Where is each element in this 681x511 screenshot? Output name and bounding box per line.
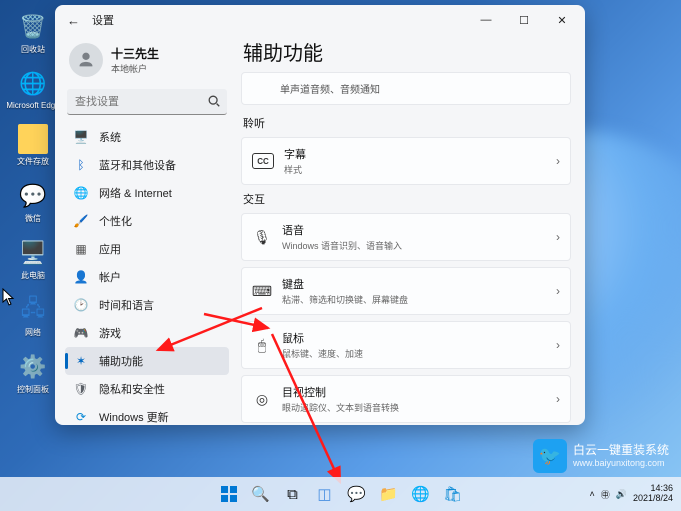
gamepad-icon: 🎮 <box>73 325 89 341</box>
update-icon: ⟳ <box>73 409 89 425</box>
window-controls: — ☐ ✕ <box>467 5 581 35</box>
watermark-title: 白云一键重装系统 <box>573 443 669 457</box>
taskbar-widgets[interactable]: ◫ <box>312 481 338 507</box>
avatar <box>69 43 103 77</box>
search-box[interactable] <box>67 89 227 115</box>
card-speech[interactable]: 🎙 语音Windows 语音识别、语音输入 › <box>241 213 571 261</box>
card-audio-partial[interactable]: 单声道音频、音频通知 <box>241 72 571 105</box>
desktop-icon-folder[interactable]: 文件存放 <box>12 124 54 167</box>
search-input[interactable] <box>67 89 227 115</box>
watermark: 🐦 白云一键重装系统 www.baiyunxitong.com <box>533 439 669 473</box>
watermark-badge: 🐦 <box>533 439 567 473</box>
brush-icon: 🖌️ <box>73 213 89 229</box>
tray-expand-icon[interactable]: ˄ <box>589 489 594 499</box>
desktop-icon-this-pc[interactable]: 🖥️此电脑 <box>12 238 54 281</box>
taskbar: 🔍 ⧉ ◫ 💬 📁 🌐 🛍 ˄ ㊥ 🔊 14:36 2021/8/24 <box>0 477 681 511</box>
maximize-button[interactable]: ☐ <box>505 5 543 35</box>
display-icon: 🖥️ <box>73 129 89 145</box>
taskbar-edge[interactable]: 🌐 <box>408 481 434 507</box>
taskbar-chat[interactable]: 💬 <box>344 481 370 507</box>
chevron-right-icon: › <box>556 338 560 352</box>
chevron-right-icon: › <box>556 154 560 168</box>
chevron-right-icon: › <box>556 230 560 244</box>
watermark-url: www.baiyunxitong.com <box>573 458 669 469</box>
sidebar-item-bluetooth[interactable]: ᛒ蓝牙和其他设备 <box>65 151 229 179</box>
taskbar-explorer[interactable]: 📁 <box>376 481 402 507</box>
accessibility-icon: ✶ <box>73 353 89 369</box>
card-eye-control[interactable]: ◎ 目视控制眼动追踪仪、文本到语音转换 › <box>241 375 571 423</box>
desktop-icons: 🗑️回收站 🌐Microsoft Edge 文件存放 💬微信 🖥️此电脑 🖧网络… <box>12 12 60 395</box>
page-title: 辅助功能 <box>243 37 571 66</box>
minimize-button[interactable]: — <box>467 5 505 35</box>
back-button[interactable]: ← <box>67 13 80 28</box>
sidebar-item-accessibility[interactable]: ✶辅助功能 <box>65 347 229 375</box>
mouse-cursor <box>2 288 16 306</box>
keyboard-icon: ⌨ <box>252 281 272 301</box>
sidebar-item-system[interactable]: 🖥️系统 <box>65 123 229 151</box>
taskbar-taskview[interactable]: ⧉ <box>280 481 306 507</box>
chevron-right-icon: › <box>556 284 560 298</box>
sidebar-item-privacy[interactable]: 🛡隐私和安全性 <box>65 375 229 403</box>
window-title: 设置 <box>92 12 114 28</box>
desktop-icon-control-panel[interactable]: ⚙️控制面板 <box>12 352 54 395</box>
close-button[interactable]: ✕ <box>543 5 581 35</box>
eye-icon: ◎ <box>252 389 272 409</box>
sidebar-item-apps[interactable]: ▦应用 <box>65 235 229 263</box>
sidebar: 十三先生 本地帐户 🖥️系统 ᛒ蓝牙和其他设备 🌐网络 & Internet 🖌… <box>55 35 235 425</box>
settings-window: ← 设置 — ☐ ✕ 十三先生 本地帐户 🖥️系统 ᛒ蓝牙和其他设 <box>55 5 585 425</box>
system-tray[interactable]: ˄ ㊥ 🔊 14:36 2021/8/24 <box>589 484 673 504</box>
taskbar-store[interactable]: 🛍 <box>440 481 466 507</box>
bluetooth-icon: ᛒ <box>73 157 89 173</box>
microphone-icon: 🎙 <box>252 227 272 247</box>
card-mouse[interactable]: 🖱 鼠标鼠标键、速度、加速 › <box>241 321 571 369</box>
user-name: 十三先生 <box>111 45 159 62</box>
sidebar-item-personalization[interactable]: 🖌️个性化 <box>65 207 229 235</box>
user-block[interactable]: 十三先生 本地帐户 <box>65 39 229 87</box>
tray-date: 2021/8/24 <box>633 494 673 504</box>
chevron-right-icon: › <box>556 392 560 406</box>
person-icon: 👤 <box>73 269 89 285</box>
mouse-icon: 🖱 <box>252 335 272 355</box>
card-keyboard[interactable]: ⌨ 键盘粘滞、筛选和切换键、屏幕键盘 › <box>241 267 571 315</box>
main-panel: 辅助功能 单声道音频、音频通知 聆听 CC 字幕样式 › 交互 🎙 语音Wind… <box>235 35 585 425</box>
desktop-icon-recycle-bin[interactable]: 🗑️回收站 <box>12 12 54 55</box>
sidebar-item-accounts[interactable]: 👤帐户 <box>65 263 229 291</box>
search-icon <box>207 94 221 108</box>
apps-icon: ▦ <box>73 241 89 257</box>
sidebar-item-gaming[interactable]: 🎮游戏 <box>65 319 229 347</box>
section-listen: 聆听 <box>243 115 571 131</box>
taskbar-search[interactable]: 🔍 <box>248 481 274 507</box>
tray-volume-icon[interactable]: 🔊 <box>616 489 627 500</box>
user-sub: 本地帐户 <box>111 62 159 75</box>
card-captions[interactable]: CC 字幕样式 › <box>241 137 571 185</box>
section-interact: 交互 <box>243 191 571 207</box>
desktop-icon-wechat[interactable]: 💬微信 <box>12 181 54 224</box>
sidebar-item-update[interactable]: ⟳Windows 更新 <box>65 403 229 425</box>
desktop-icon-edge[interactable]: 🌐Microsoft Edge <box>12 69 54 110</box>
sidebar-item-time-language[interactable]: 🕑时间和语言 <box>65 291 229 319</box>
sidebar-item-network[interactable]: 🌐网络 & Internet <box>65 179 229 207</box>
start-button[interactable] <box>216 481 242 507</box>
clock-icon: 🕑 <box>73 297 89 313</box>
shield-icon: 🛡 <box>73 381 89 397</box>
tray-ime-icon[interactable]: ㊥ <box>601 488 610 501</box>
captions-icon: CC <box>252 153 274 169</box>
nav-list: 🖥️系统 ᛒ蓝牙和其他设备 🌐网络 & Internet 🖌️个性化 ▦应用 👤… <box>65 123 229 425</box>
titlebar: ← 设置 — ☐ ✕ <box>55 5 585 35</box>
desktop-icon-network[interactable]: 🖧网络 <box>12 295 54 338</box>
globe-icon: 🌐 <box>73 185 89 201</box>
